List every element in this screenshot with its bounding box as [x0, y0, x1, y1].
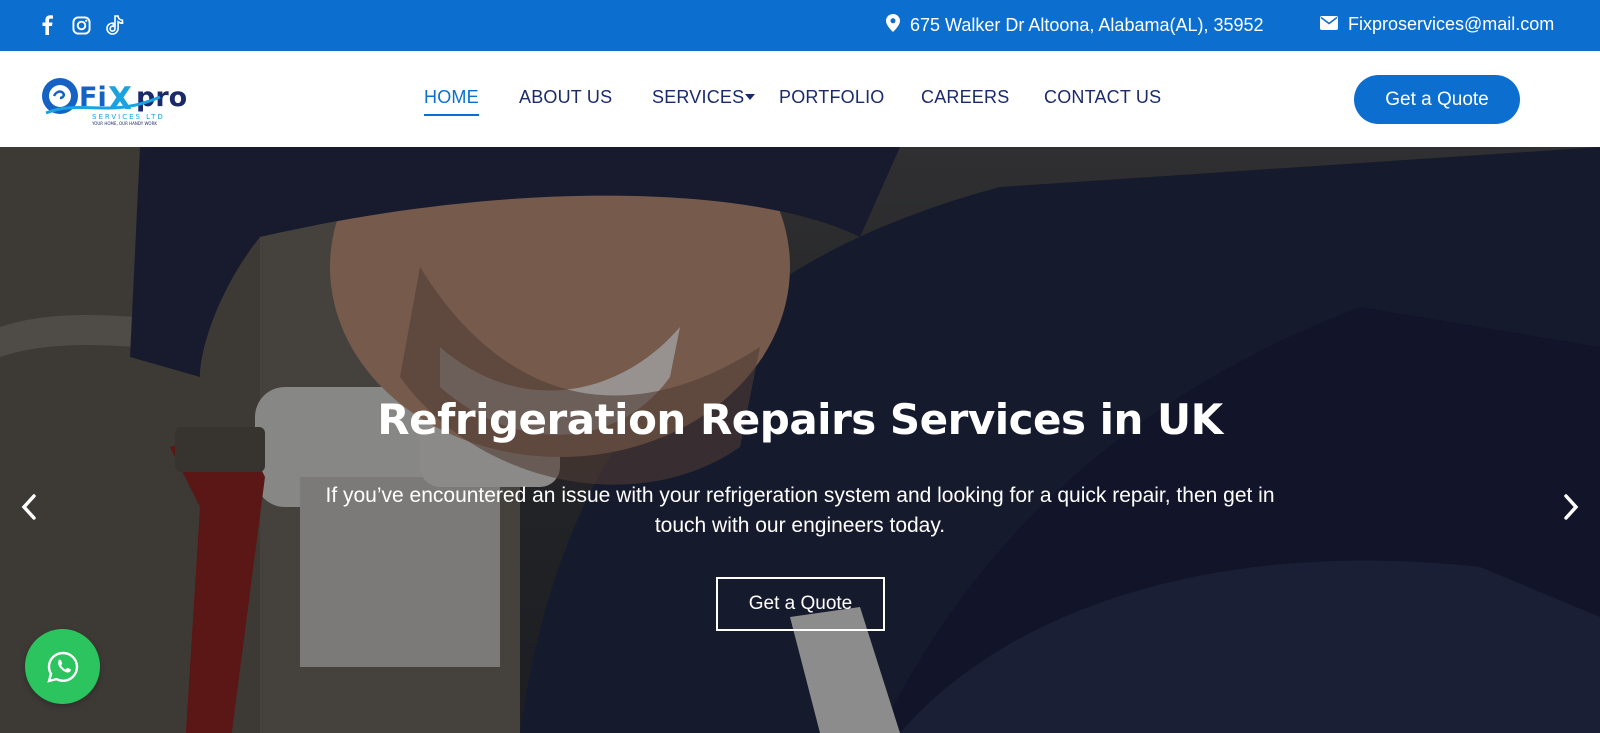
location-pin-icon — [886, 14, 900, 37]
svg-text:SERVICES LTD: SERVICES LTD — [92, 113, 165, 121]
slider-next-arrow[interactable] — [1556, 487, 1586, 527]
whatsapp-chat-button[interactable] — [25, 629, 100, 704]
hero-get-quote-button[interactable]: Get a Quote — [716, 577, 885, 631]
facebook-icon[interactable] — [36, 13, 58, 37]
instagram-icon[interactable] — [70, 13, 92, 37]
email-contact[interactable]: Fixproservices@mail.com — [1320, 14, 1554, 35]
whatsapp-icon — [46, 651, 78, 683]
email-text[interactable]: Fixproservices@mail.com — [1348, 14, 1554, 35]
social-links — [36, 13, 126, 37]
services-dropdown-icon[interactable] — [745, 94, 755, 100]
get-quote-button[interactable]: Get a Quote — [1354, 75, 1520, 124]
main-header: Fi X pro SERVICES LTD YOUR HOME, OUR HAN… — [0, 51, 1600, 147]
top-bar: 675 Walker Dr Altoona, Alabama(AL), 3595… — [0, 0, 1600, 51]
tiktok-icon[interactable] — [104, 13, 126, 37]
hero-description: If you’ve encountered an issue with your… — [325, 484, 1275, 537]
svg-text:YOUR HOME, OUR HANDY WORK: YOUR HOME, OUR HANDY WORK — [91, 121, 157, 126]
envelope-icon — [1320, 14, 1338, 35]
nav-home[interactable]: HOME — [424, 87, 479, 116]
svg-text:pro: pro — [136, 82, 187, 113]
address-text: 675 Walker Dr Altoona, Alabama(AL), 3595… — [910, 15, 1264, 35]
nav-about-us[interactable]: ABOUT US — [519, 87, 612, 108]
nav-services[interactable]: SERVICES — [652, 87, 744, 108]
hero-title: Refrigeration Repairs Services in UK — [377, 395, 1223, 444]
hero-slider: Refrigeration Repairs Services in UK If … — [0, 147, 1600, 733]
slider-prev-arrow[interactable] — [14, 487, 44, 527]
fixpro-logo[interactable]: Fi X pro SERVICES LTD YOUR HOME, OUR HAN… — [40, 69, 190, 129]
address-contact: 675 Walker Dr Altoona, Alabama(AL), 3595… — [886, 14, 1264, 37]
nav-portfolio[interactable]: PORTFOLIO — [779, 87, 885, 108]
svg-text:X: X — [108, 81, 132, 117]
nav-contact-us[interactable]: CONTACT US — [1044, 87, 1161, 108]
nav-careers[interactable]: CAREERS — [921, 87, 1009, 108]
